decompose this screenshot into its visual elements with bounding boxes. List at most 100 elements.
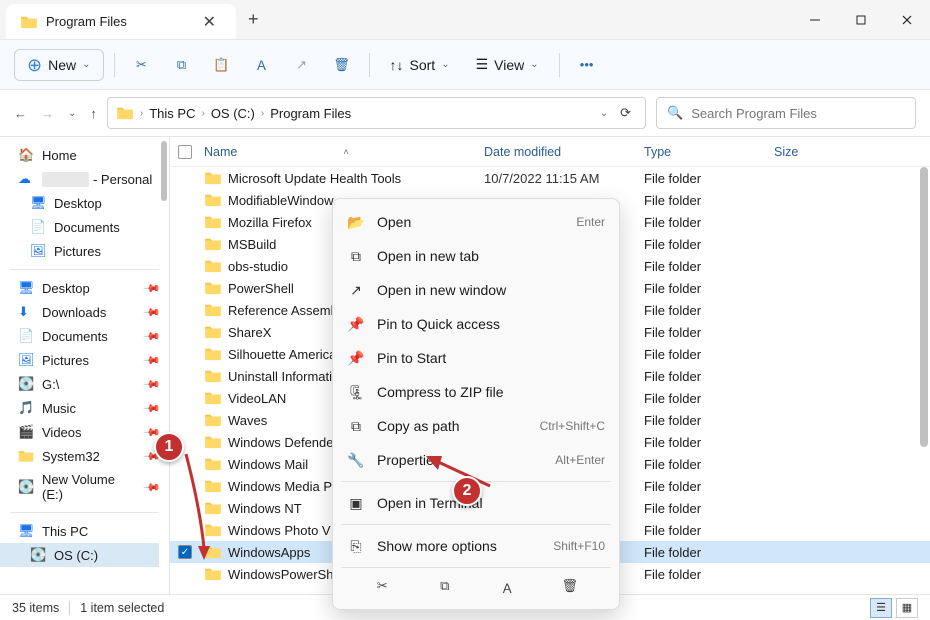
row-name: ModifiableWindow <box>228 193 334 208</box>
more-button[interactable]: ••• <box>570 48 604 82</box>
row-type: File folder <box>644 457 774 472</box>
sidebar-item-desktop-pinned[interactable]: 🖥Desktop📌 <box>0 276 169 300</box>
back-button[interactable]: ← <box>14 106 27 121</box>
search-input[interactable] <box>691 106 905 121</box>
sidebar-item-system32-pinned[interactable]: System32📌 <box>0 444 169 468</box>
search-box[interactable]: 🔍 <box>656 97 916 129</box>
up-button[interactable]: ↑ <box>90 106 97 121</box>
refresh-button[interactable]: ⟳ <box>614 105 637 121</box>
cm-copy-path[interactable]: ⧉Copy as pathCtrl+Shift+C <box>333 409 619 443</box>
row-type: File folder <box>644 545 774 560</box>
delete-icon[interactable]: 🗑 <box>555 578 585 597</box>
chevron-right-icon: › <box>140 108 143 119</box>
sidebar-item-home[interactable]: 🏠Home <box>0 143 169 167</box>
status-selected-count: 1 item selected <box>80 601 164 615</box>
row-name: ShareX <box>228 325 271 340</box>
table-row[interactable]: Microsoft Update Health Tools10/7/2022 1… <box>170 167 930 189</box>
sidebar-item-onedrive[interactable]: ☁XXXXX - Personal <box>0 167 169 191</box>
annotation-marker-2: 2 <box>452 476 482 506</box>
column-header-name[interactable]: Name˄ <box>204 145 484 159</box>
sidebar-item-pictures-pinned[interactable]: 🖼Pictures📌 <box>0 348 169 372</box>
chevron-right-icon: › <box>261 108 264 119</box>
sidebar-item-pictures[interactable]: 🖼Pictures <box>0 239 169 263</box>
delete-button[interactable]: 🗑 <box>325 48 359 82</box>
cm-open-new-tab[interactable]: ⧉Open in new tab <box>333 239 619 273</box>
search-icon: 🔍 <box>667 105 683 121</box>
home-icon: 🏠 <box>18 147 34 163</box>
cm-open-new-window[interactable]: ↗Open in new window <box>333 273 619 307</box>
tab-close-button[interactable]: ✕ <box>197 10 222 34</box>
new-label: New <box>48 57 76 73</box>
pc-icon: 🖥 <box>18 523 34 539</box>
sidebar-item-desktop[interactable]: 🖥Desktop <box>0 191 169 215</box>
cut-button[interactable]: ✂ <box>125 48 159 82</box>
sidebar-item-downloads-pinned[interactable]: ⬇Downloads📌 <box>0 300 169 324</box>
active-tab[interactable]: Program Files ✕ <box>6 4 236 39</box>
new-tab-button[interactable]: + <box>236 0 271 39</box>
folder-icon <box>204 347 222 361</box>
desktop-icon: 🖥 <box>18 280 34 296</box>
maximize-button[interactable] <box>838 0 884 39</box>
paste-button[interactable]: 📋 <box>205 48 239 82</box>
view-label: View <box>494 57 524 73</box>
row-name: Windows NT <box>228 501 302 516</box>
sidebar-item-music-pinned[interactable]: 🎵Music📌 <box>0 396 169 420</box>
folder-icon <box>204 215 222 229</box>
rename-icon[interactable]: Ａ <box>492 578 522 597</box>
row-name: Mozilla Firefox <box>228 215 312 230</box>
new-button[interactable]: ⊕ New ⌄ <box>14 49 104 81</box>
sort-label: Sort <box>410 57 436 73</box>
sidebar-item-gdrive-pinned[interactable]: 💽G:\📌 <box>0 372 169 396</box>
row-name: Waves <box>228 413 267 428</box>
sidebar-item-this-pc[interactable]: 🖥This PC <box>0 519 169 543</box>
column-header-date[interactable]: Date modified <box>484 145 644 159</box>
folder-icon <box>204 413 222 427</box>
folder-icon <box>204 171 222 185</box>
command-toolbar: ⊕ New ⌄ ✂ ⧉ 📋 Ａ ↗ 🗑 ↑↓ Sort ⌄ ☰ View ⌄ •… <box>0 40 930 90</box>
chevron-right-icon: › <box>201 108 204 119</box>
address-bar-row: ← → ⌄ ↑ › This PC › OS (C:) › Program Fi… <box>0 90 930 136</box>
sidebar-scrollbar[interactable] <box>159 137 169 596</box>
context-menu: 📂OpenEnter ⧉Open in new tab ↗Open in new… <box>332 198 620 610</box>
cm-open[interactable]: 📂OpenEnter <box>333 205 619 239</box>
sidebar-item-videos-pinned[interactable]: 🎬Videos📌 <box>0 420 169 444</box>
details-view-button[interactable]: ☰ <box>870 598 892 618</box>
copy-icon[interactable]: ⧉ <box>430 578 460 597</box>
cm-compress[interactable]: 🗜Compress to ZIP file <box>333 375 619 409</box>
cm-pin-quick[interactable]: 📌Pin to Quick access <box>333 307 619 341</box>
minimize-button[interactable] <box>792 0 838 39</box>
breadcrumb-item[interactable]: This PC <box>149 106 195 121</box>
cut-icon[interactable]: ✂ <box>367 578 397 597</box>
row-type: File folder <box>644 347 774 362</box>
column-header-type[interactable]: Type <box>644 145 774 159</box>
breadcrumb-item[interactable]: OS (C:) <box>211 106 255 121</box>
close-button[interactable] <box>884 0 930 39</box>
chevron-down-icon: ⌄ <box>441 59 449 70</box>
sort-button[interactable]: ↑↓ Sort ⌄ <box>380 51 460 79</box>
folder-icon <box>204 259 222 273</box>
cm-pin-start[interactable]: 📌Pin to Start <box>333 341 619 375</box>
breadcrumb[interactable]: › This PC › OS (C:) › Program Files ⌄ ⟳ <box>107 97 646 129</box>
rename-button[interactable]: Ａ <box>245 48 279 82</box>
sidebar-item-os-c[interactable]: 💽OS (C:) <box>0 543 169 567</box>
sidebar-item-documents[interactable]: 📄Documents <box>0 215 169 239</box>
tab-title: Program Files <box>46 14 189 29</box>
copy-button[interactable]: ⧉ <box>165 48 199 82</box>
content-scrollbar[interactable] <box>918 137 928 596</box>
row-type: File folder <box>644 237 774 252</box>
share-button[interactable]: ↗ <box>285 48 319 82</box>
view-button[interactable]: ☰ View ⌄ <box>466 50 549 79</box>
column-header-size[interactable]: Size <box>774 145 854 159</box>
cm-show-more[interactable]: ⎘Show more optionsShift+F10 <box>333 529 619 563</box>
row-name: Microsoft Update Health Tools <box>228 171 401 186</box>
row-type: File folder <box>644 391 774 406</box>
chevron-down-icon[interactable]: ⌄ <box>68 108 76 119</box>
folder-icon <box>20 15 38 29</box>
forward-button[interactable]: → <box>41 106 54 121</box>
select-all-checkbox[interactable] <box>178 145 192 159</box>
thumbnails-view-button[interactable]: ▦ <box>896 598 918 618</box>
chevron-down-icon[interactable]: ⌄ <box>600 108 608 119</box>
sidebar-item-newvolume-pinned[interactable]: 💽New Volume (E:)📌 <box>0 468 169 506</box>
sidebar-item-documents-pinned[interactable]: 📄Documents📌 <box>0 324 169 348</box>
breadcrumb-item[interactable]: Program Files <box>270 106 351 121</box>
